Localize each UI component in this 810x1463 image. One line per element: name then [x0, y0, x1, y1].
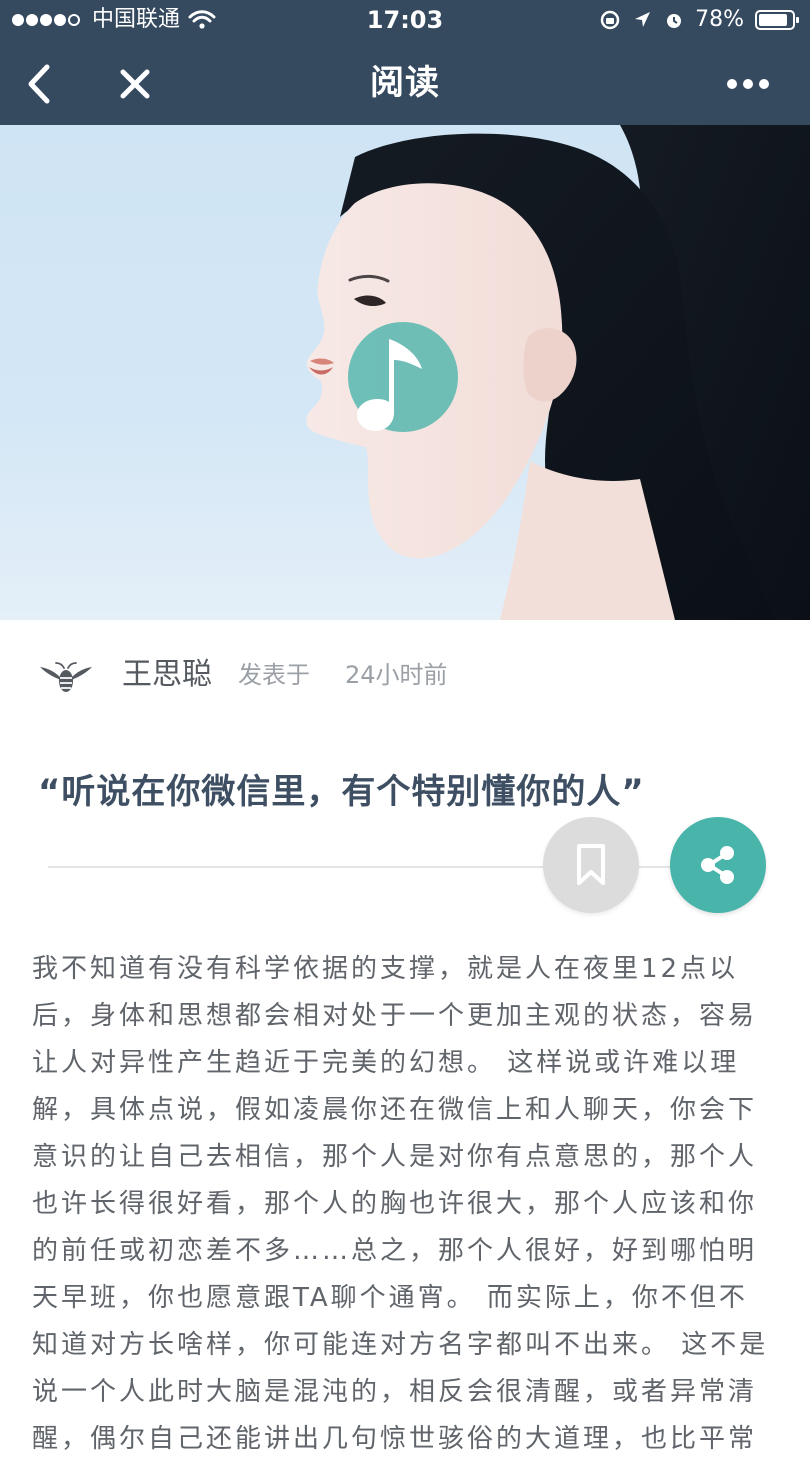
hero-image	[0, 125, 810, 620]
posted-label: 发表于	[238, 661, 310, 689]
location-arrow-icon	[635, 12, 651, 27]
share-button[interactable]	[670, 817, 766, 913]
title-divider	[48, 866, 748, 868]
article-line: 说一个人此时大脑是混沌的，相反会很清醒，或者异常清	[32, 1377, 758, 1407]
article-line: 意识的让自己去相信，那个人是对你有点意思的，那个人	[32, 1142, 758, 1172]
share-icon	[701, 846, 734, 884]
article-title: “听说在你微信里，有个特别懂你的人”	[38, 771, 645, 812]
article-line: 的前任或初恋差不多……总之，那个人很好，好到哪怕明	[32, 1236, 758, 1266]
article-line: 后，身体和思想都会相对处于一个更加主观的状态，容易	[32, 1001, 758, 1031]
navigation-bar: 阅读	[0, 42, 810, 125]
battery-icon	[755, 10, 799, 30]
top-bar: 中国联通 17:03 78% 阅读	[0, 0, 810, 125]
bookmark-icon	[577, 844, 605, 885]
battery-percent: 78%	[695, 7, 744, 32]
author-row: 王思聪 发表于 24小时前	[0, 643, 810, 707]
article-line: 知道对方长啥样，你可能连对方名字都叫不出来。 这不是	[32, 1330, 769, 1360]
rotation-lock-icon	[600, 10, 620, 30]
article-line: 解，具体点说，假如凌晨你还在微信上和人聊天，你会下	[32, 1095, 758, 1125]
posted-time: 24小时前	[345, 661, 448, 689]
article-line: 我不知道有没有科学依据的支撑，就是人在夜里12点以	[32, 954, 739, 984]
author-name[interactable]: 王思聪	[122, 655, 212, 695]
status-right: 78%	[599, 6, 800, 34]
bookmark-button[interactable]	[543, 817, 639, 913]
article-line: 也许长得很好看，那个人的胸也许很大，那个人应该和你	[32, 1189, 758, 1219]
more-icon	[727, 78, 769, 89]
portrait-illustration	[306, 125, 810, 620]
bee-logo-icon	[40, 662, 92, 692]
more-button[interactable]	[700, 42, 796, 125]
article-body: 我不知道有没有科学依据的支撑，就是人在夜里12点以 后，身体和思想都会相对处于一…	[32, 946, 780, 1463]
article-line: 让人对异性产生趋近于完美的幻想。 这样说或许难以理	[32, 1048, 740, 1078]
page-title: 阅读	[370, 63, 440, 103]
alarm-icon	[667, 14, 682, 28]
article-line: 天早班，你也愿意跟TA聊个通宵。 而实际上，你不但不	[32, 1283, 748, 1313]
